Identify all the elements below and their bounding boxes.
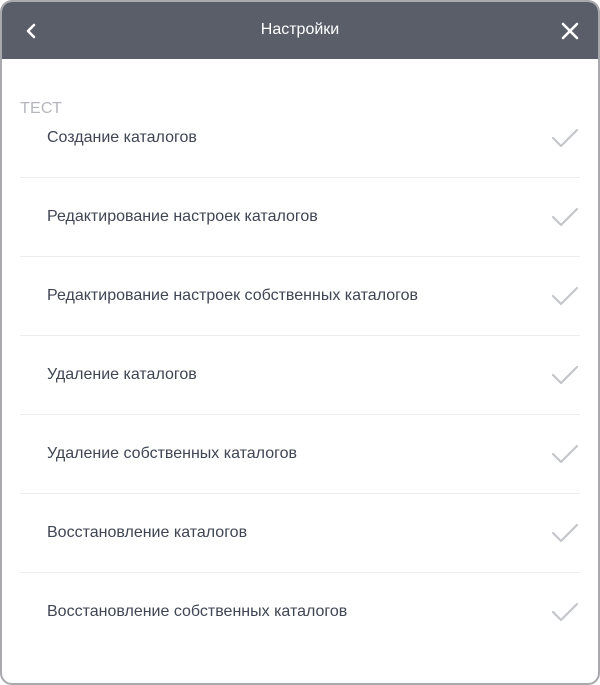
checkmark-icon[interactable]	[550, 494, 580, 572]
permission-label: Удаление собственных каталогов	[47, 445, 297, 462]
permission-item[interactable]: Удаление собственных каталогов	[20, 415, 580, 494]
permission-label: Восстановление каталогов	[47, 524, 248, 541]
header-bar: Настройки	[2, 2, 598, 59]
permission-label: Редактирование настроек собственных ката…	[47, 287, 418, 304]
permission-item[interactable]: Редактирование настроек собственных ката…	[20, 257, 580, 336]
back-button[interactable]	[4, 2, 60, 59]
permissions-section: ТЕСТ Создание каталогов Редактирование н…	[2, 59, 598, 651]
checkmark-icon[interactable]	[550, 415, 580, 493]
checkmark-icon[interactable]	[550, 257, 580, 335]
close-button[interactable]	[542, 2, 598, 59]
permission-label: Создание каталогов	[47, 129, 197, 146]
checkmark-icon[interactable]	[550, 336, 580, 414]
settings-dialog: Настройки ТЕСТ Создание каталогов Редакт…	[0, 0, 600, 685]
permission-item[interactable]: Восстановление собственных каталогов	[20, 573, 580, 651]
checkmark-icon[interactable]	[550, 99, 580, 177]
permission-label: Удаление каталогов	[47, 366, 197, 383]
page-title: Настройки	[260, 21, 340, 38]
permission-item[interactable]: Удаление каталогов	[20, 336, 580, 415]
permission-item[interactable]: Редактирование настроек каталогов	[20, 178, 580, 257]
permission-label: Редактирование настроек каталогов	[47, 208, 318, 225]
chevron-left-icon	[26, 23, 36, 38]
permission-item[interactable]: Восстановление каталогов	[20, 494, 580, 573]
close-icon	[561, 22, 579, 39]
checkmark-icon[interactable]	[550, 573, 580, 651]
permissions-list: Создание каталогов Редактирование настро…	[2, 99, 598, 651]
permission-item[interactable]: Создание каталогов	[20, 99, 580, 178]
permission-label: Восстановление собственных каталогов	[47, 603, 348, 620]
checkmark-icon[interactable]	[550, 178, 580, 256]
